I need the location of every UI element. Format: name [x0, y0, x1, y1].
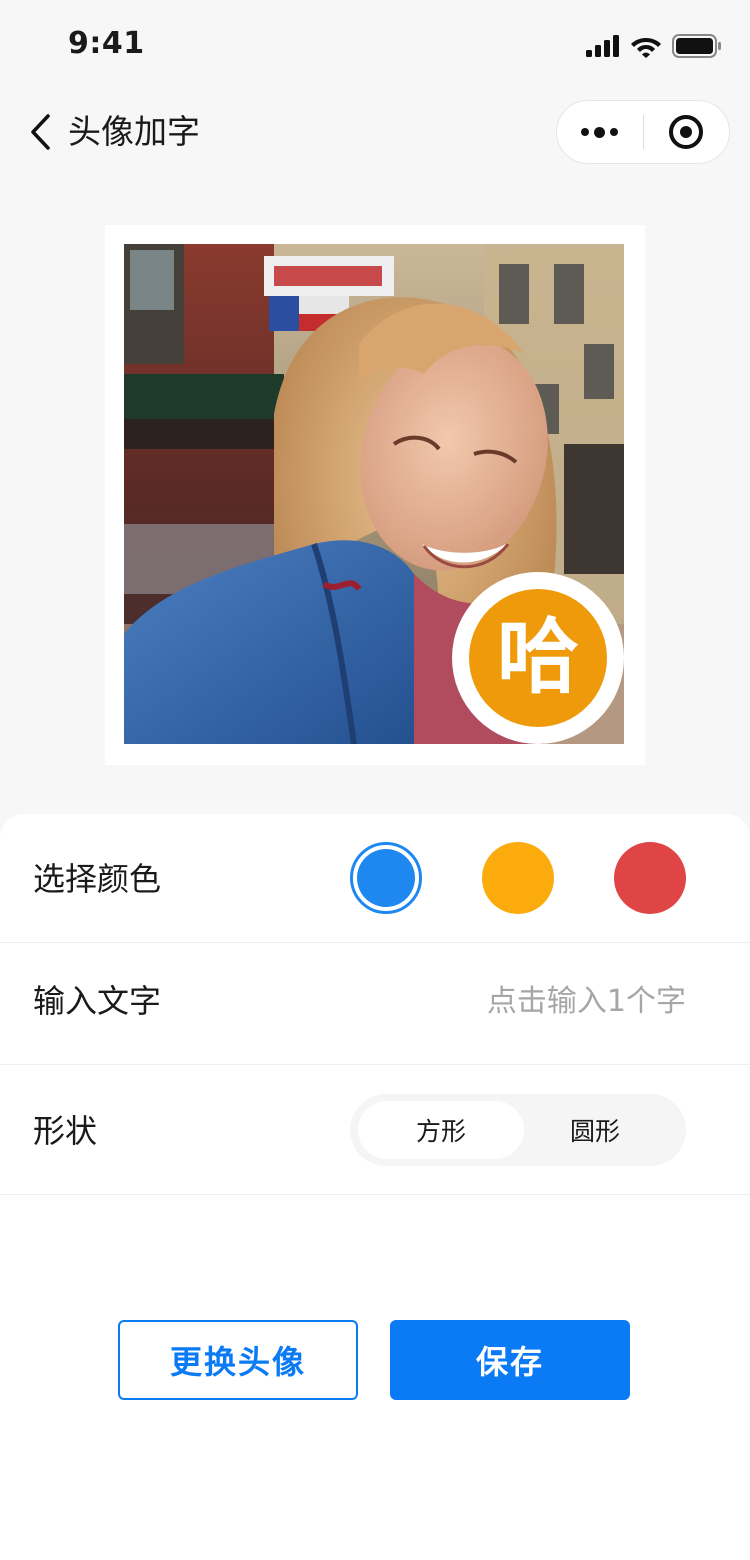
badge-character: 哈	[469, 589, 607, 727]
chevron-left-icon	[31, 114, 50, 150]
color-label: 选择颜色	[33, 860, 162, 898]
more-button[interactable]	[557, 101, 643, 163]
shape-segmented-control: 方形 圆形	[350, 1094, 686, 1166]
signal-icon	[586, 35, 619, 57]
status-time: 9:41	[68, 26, 145, 61]
shape-option-square[interactable]: 方形	[358, 1101, 524, 1159]
settings-panel: 选择颜色 输入文字 形状 方形 圆形 更换头像 保存	[0, 814, 750, 1560]
color-row: 选择颜色	[0, 814, 750, 943]
change-avatar-button[interactable]: 更换头像	[118, 1320, 358, 1400]
status-icons	[586, 32, 722, 60]
close-miniprogram-button[interactable]	[644, 101, 730, 163]
save-button[interactable]: 保存	[390, 1320, 630, 1400]
color-swatch-red[interactable]	[614, 842, 686, 914]
more-dots-icon	[581, 126, 619, 138]
close-target-icon	[669, 115, 704, 149]
shape-row: 形状 方形 圆形	[0, 1065, 750, 1195]
color-swatch-blue[interactable]	[350, 842, 422, 914]
battery-icon	[672, 34, 721, 58]
color-swatch-orange[interactable]	[482, 842, 554, 914]
wifi-icon	[631, 38, 661, 58]
page-title: 头像加字	[68, 112, 200, 151]
avatar-text-badge: 哈	[452, 572, 624, 744]
text-input[interactable]	[386, 979, 686, 1023]
capsule-menu	[556, 100, 730, 164]
back-button[interactable]	[22, 110, 58, 154]
nav-bar: 头像加字	[0, 88, 750, 176]
screen: 9:41 头像加字 哈 选择颜色 输入文字 点击输入1个字 形状 方形 圆形 更…	[0, 0, 750, 1560]
text-row: 输入文字	[0, 943, 750, 1065]
shape-label: 形状	[33, 1112, 98, 1150]
shape-option-circle[interactable]: 圆形	[512, 1101, 678, 1159]
text-label: 输入文字	[33, 982, 162, 1020]
status-bar: 9:41	[0, 0, 750, 88]
